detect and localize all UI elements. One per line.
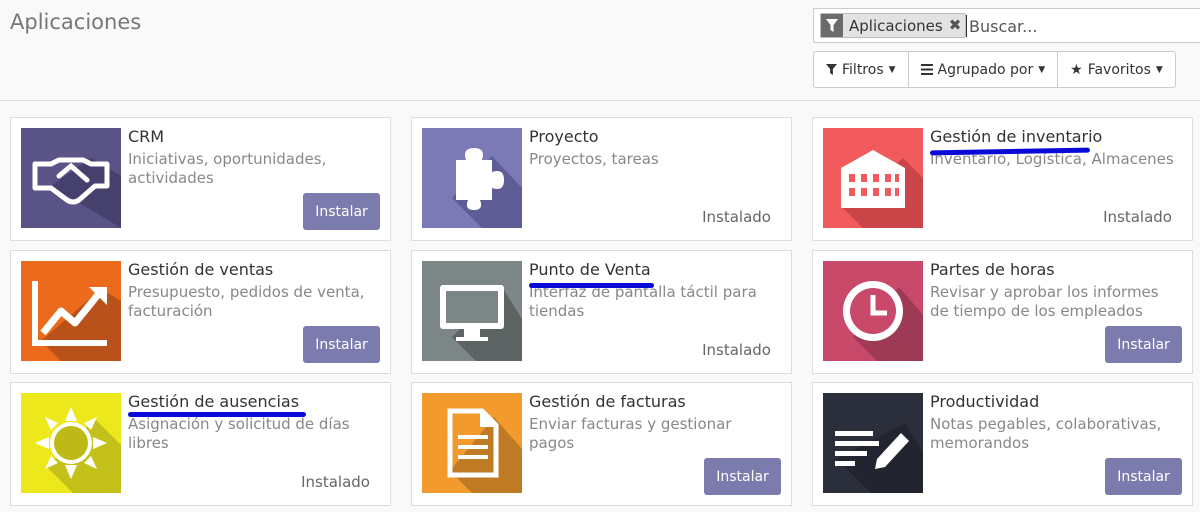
app-summary: Proyectos, tareas xyxy=(529,150,659,168)
list-icon xyxy=(920,64,933,75)
app-card-facturas[interactable]: Gestión de facturas Enviar facturas y ge… xyxy=(411,382,792,506)
caret-down-icon: ▼ xyxy=(1038,64,1046,75)
app-summary: Interfaz de pantalla táctil para tiendas xyxy=(529,283,757,320)
install-button[interactable]: Instalar xyxy=(303,193,380,230)
app-summary: Presupuesto, pedidos de venta, facturaci… xyxy=(128,283,365,320)
sun-icon xyxy=(21,393,121,493)
annotation-underline xyxy=(529,283,654,288)
favorites-label: Favoritos xyxy=(1087,61,1151,78)
app-name: Productividad xyxy=(930,392,1040,411)
app-summary: Notas pegables, colaborativas, memorando… xyxy=(930,415,1162,452)
search-input[interactable] xyxy=(966,15,1200,37)
warehouse-icon xyxy=(823,128,923,228)
app-card-productividad[interactable]: Productividad Notas pegables, colaborati… xyxy=(812,382,1193,506)
app-name: Gestión de ventas xyxy=(128,260,274,279)
app-kanban-view: CRM Iniciativas, oportunidades, activida… xyxy=(0,101,1200,512)
filter-icon xyxy=(821,14,843,37)
app-name: Partes de horas xyxy=(930,260,1055,279)
app-card-crm[interactable]: CRM Iniciativas, oportunidades, activida… xyxy=(10,117,391,241)
app-name: Gestión de ausencias xyxy=(128,392,300,411)
filters-button[interactable]: Filtros ▼ xyxy=(814,52,909,87)
facet-label: Aplicaciones xyxy=(849,17,943,35)
app-summary: Iniciativas, oportunidades, actividades xyxy=(128,150,327,187)
installed-label: Instalado xyxy=(702,341,771,359)
app-card-ausencias[interactable]: Gestión de ausencias Asignación y solici… xyxy=(10,382,391,506)
document-icon xyxy=(422,393,522,493)
app-summary: Revisar y aprobar los informes de tiempo… xyxy=(930,283,1159,320)
filters-label: Filtros xyxy=(842,61,884,78)
monitor-icon xyxy=(422,261,522,361)
caret-down-icon: ▼ xyxy=(1155,64,1163,75)
close-icon[interactable]: ✖ xyxy=(947,14,966,37)
group-by-button[interactable]: Agrupado por ▼ xyxy=(909,52,1059,87)
handshake-icon xyxy=(21,128,121,228)
install-button[interactable]: Instalar xyxy=(704,458,781,495)
installed-label: Instalado xyxy=(301,473,370,491)
app-name: Punto de Venta xyxy=(529,260,651,279)
app-name: CRM xyxy=(128,127,165,146)
app-card-punto-de-venta[interactable]: Punto de Venta Interfaz de pantalla táct… xyxy=(411,250,792,374)
install-button[interactable]: Instalar xyxy=(303,326,380,363)
app-name: Gestión de facturas xyxy=(529,392,686,411)
app-name: Proyecto xyxy=(529,127,599,146)
installed-label: Instalado xyxy=(1103,208,1172,226)
app-card-inventario[interactable]: Gestión de inventario Inventario, Logíst… xyxy=(812,117,1193,241)
install-button[interactable]: Instalar xyxy=(1105,458,1182,495)
filter-icon xyxy=(826,64,837,75)
caret-down-icon: ▼ xyxy=(888,64,896,75)
app-card-proyecto[interactable]: Proyecto Proyectos, tareas Instalado xyxy=(411,117,792,241)
app-card-partes-de-horas[interactable]: Partes de horas Revisar y aprobar los in… xyxy=(812,250,1193,374)
app-summary: Asignación y solicitud de días libres xyxy=(128,415,350,452)
puzzle-icon xyxy=(422,128,522,228)
trending-up-icon xyxy=(21,261,121,361)
group-by-label: Agrupado por xyxy=(937,61,1034,78)
search-facet[interactable]: Aplicaciones ✖ xyxy=(820,13,967,38)
search-box[interactable]: Aplicaciones ✖ xyxy=(813,8,1200,43)
app-summary: Enviar facturas y gestionar pagos xyxy=(529,415,732,452)
installed-label: Instalado xyxy=(702,208,771,226)
app-name: Gestión de inventario xyxy=(930,127,1103,146)
search-options: Filtros ▼ Agrupado por ▼ ★ Favoritos ▼ xyxy=(813,51,1176,88)
notes-pencil-icon xyxy=(823,393,923,493)
favorites-button[interactable]: ★ Favoritos ▼ xyxy=(1058,52,1175,87)
install-button[interactable]: Instalar xyxy=(1105,326,1182,363)
page-title: Aplicaciones xyxy=(10,10,142,34)
clock-icon xyxy=(823,261,923,361)
annotation-underline xyxy=(128,412,306,417)
star-icon: ★ xyxy=(1070,61,1083,78)
control-panel: Aplicaciones Aplicaciones ✖ Filtros ▼ Ag… xyxy=(0,0,1200,101)
app-card-ventas[interactable]: Gestión de ventas Presupuesto, pedidos d… xyxy=(10,250,391,374)
